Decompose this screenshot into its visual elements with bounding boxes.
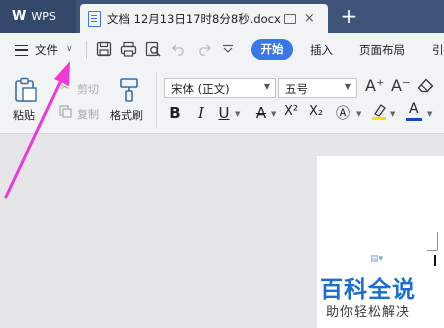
tab-insert[interactable]: 插入 xyxy=(310,42,333,58)
hamburger-menu-icon[interactable] xyxy=(15,45,28,56)
chevron-down-icon[interactable]: ▼ xyxy=(356,110,361,118)
chevron-down-icon[interactable]: ▼ xyxy=(390,110,395,118)
redo-icon[interactable] xyxy=(196,42,211,56)
strikethrough-button[interactable]: A xyxy=(252,104,270,122)
quick-access-dropdown-icon[interactable] xyxy=(222,44,234,54)
watermark-subtitle: 助你轻松解决 xyxy=(326,305,411,320)
document-icon xyxy=(88,10,101,27)
subscript-button[interactable]: X₂ xyxy=(309,104,323,119)
chevron-down-icon[interactable]: ▼ xyxy=(427,110,432,118)
chevron-down-icon: ▼ xyxy=(344,82,351,91)
watermark-title: 百科全说 xyxy=(320,277,416,303)
scissors-icon[interactable]: ✂ xyxy=(60,80,70,94)
document-tab[interactable]: 文档 12月13日17时8分8秒.docx × xyxy=(80,4,328,33)
highlight-icon[interactable] xyxy=(371,103,387,121)
text-effect-icon[interactable]: Ⓐ xyxy=(336,103,350,123)
font-size-select[interactable]: 五号 ▼ xyxy=(278,78,357,98)
file-menu[interactable]: 文件 xyxy=(35,42,58,58)
print-preview-icon[interactable] xyxy=(145,41,162,57)
copy-label[interactable]: 复制 xyxy=(77,106,99,122)
italic-button[interactable]: I xyxy=(192,104,210,122)
bold-button[interactable]: B xyxy=(166,104,184,122)
font-color-bar xyxy=(406,118,422,121)
wps-logo-icon: W xyxy=(12,9,26,24)
format-painter-label[interactable]: 格式刷 xyxy=(110,107,143,123)
chevron-down-icon[interactable]: ∨ xyxy=(66,44,73,54)
format-painter-icon[interactable] xyxy=(118,77,140,103)
monitor-icon[interactable] xyxy=(283,13,296,24)
paste-options-icon[interactable]: ▤▾ xyxy=(370,254,383,264)
chevron-down-icon[interactable]: ▼ xyxy=(271,110,276,118)
tab-page-layout[interactable]: 页面布局 xyxy=(359,42,405,58)
chevron-down-icon[interactable]: ▼ xyxy=(235,110,240,118)
font-name-value: 宋体 (正文) xyxy=(171,82,230,96)
document-tab-title: 文档 12月13日17时8分8秒.docx xyxy=(107,11,281,26)
copy-icon[interactable] xyxy=(59,105,72,118)
shrink-font-icon[interactable]: A⁻ xyxy=(391,76,410,95)
close-tab-icon[interactable]: × xyxy=(304,11,315,26)
chevron-down-icon: ▼ xyxy=(263,82,270,91)
undo-icon[interactable] xyxy=(172,42,187,56)
font-size-value: 五号 xyxy=(285,82,308,96)
cut-label[interactable]: 剪切 xyxy=(77,81,99,97)
paste-label[interactable]: 粘贴 xyxy=(13,107,35,123)
save-icon[interactable] xyxy=(96,41,112,57)
new-tab-button[interactable]: + xyxy=(338,6,360,28)
tab-reference[interactable]: 引 xyxy=(432,42,444,58)
divider xyxy=(86,41,87,59)
tab-start[interactable]: 开始 xyxy=(251,39,293,60)
ribbon-divider xyxy=(156,72,157,128)
wps-home-tab[interactable]: W WPS xyxy=(0,0,76,33)
margin-corner xyxy=(427,232,438,251)
font-color-icon[interactable]: A xyxy=(409,101,419,117)
grow-font-icon[interactable]: A⁺ xyxy=(365,76,384,95)
print-icon[interactable] xyxy=(120,41,137,57)
superscript-button[interactable]: X² xyxy=(284,104,298,119)
wps-label: WPS xyxy=(31,10,56,23)
paste-icon[interactable] xyxy=(14,77,38,103)
clear-format-icon[interactable] xyxy=(417,78,434,93)
font-name-select[interactable]: 宋体 (正文) ▼ xyxy=(164,78,276,98)
underline-button[interactable]: U xyxy=(215,104,233,122)
